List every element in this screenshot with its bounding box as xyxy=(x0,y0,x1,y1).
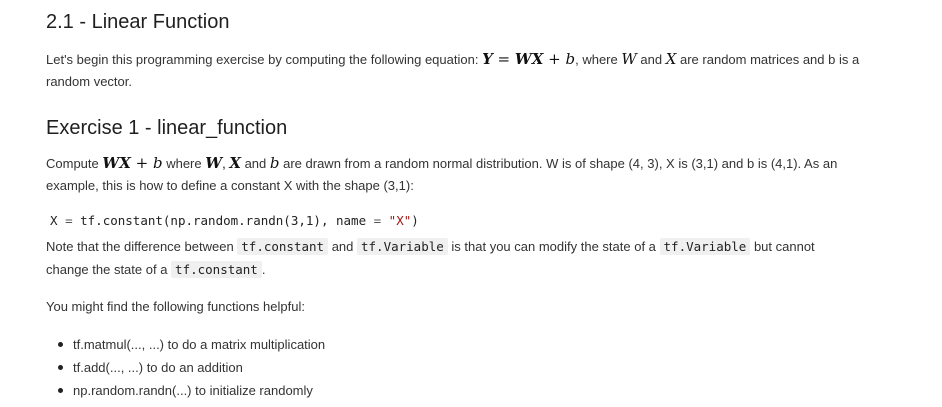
expression: WX + b xyxy=(102,154,163,172)
intro-prefix: Let's begin this programming exercise by… xyxy=(46,52,483,67)
x-variable: X xyxy=(665,50,677,68)
exercise-line-1: Compute WX + b where W, X and b are draw… xyxy=(46,154,838,172)
notebook-markdown-cell: 2.1 - Linear Function Let's begin this p… xyxy=(0,0,942,407)
code-tf-constant-2: tf.constant xyxy=(171,261,262,278)
list-item: tf.add(..., ...) to do an addition xyxy=(55,356,325,379)
list-item: np.random.randn(...) to initialize rando… xyxy=(55,379,325,402)
code-tf-variable: tf.Variable xyxy=(357,238,448,255)
list-item: tf.matmul(..., ...) to do a matrix multi… xyxy=(55,333,325,356)
w-variable: W xyxy=(621,50,637,68)
note-line-2: change the state of a tf.constant. xyxy=(46,261,266,278)
intro-line-2: random vector. xyxy=(46,74,132,89)
exercise-heading: Exercise 1 - linear_function xyxy=(46,117,288,139)
variables: W, X xyxy=(205,154,241,172)
intro-line-1: Let's begin this programming exercise by… xyxy=(46,50,860,68)
code-tf-constant: tf.constant xyxy=(237,238,329,255)
functions-list: tf.matmul(..., ...) to do a matrix multi… xyxy=(55,333,325,402)
equation: Y = WX + b xyxy=(482,50,576,68)
helpful-text: You might find the following functions h… xyxy=(46,299,305,314)
code-example: X = tf.constant(np.random.randn(3,1), na… xyxy=(50,213,419,228)
exercise-line-2: example, this is how to define a constan… xyxy=(46,178,414,193)
note-line-1: Note that the difference between tf.cons… xyxy=(46,238,815,255)
section-heading: 2.1 - Linear Function xyxy=(46,11,230,33)
code-tf-variable-2: tf.Variable xyxy=(659,238,751,255)
